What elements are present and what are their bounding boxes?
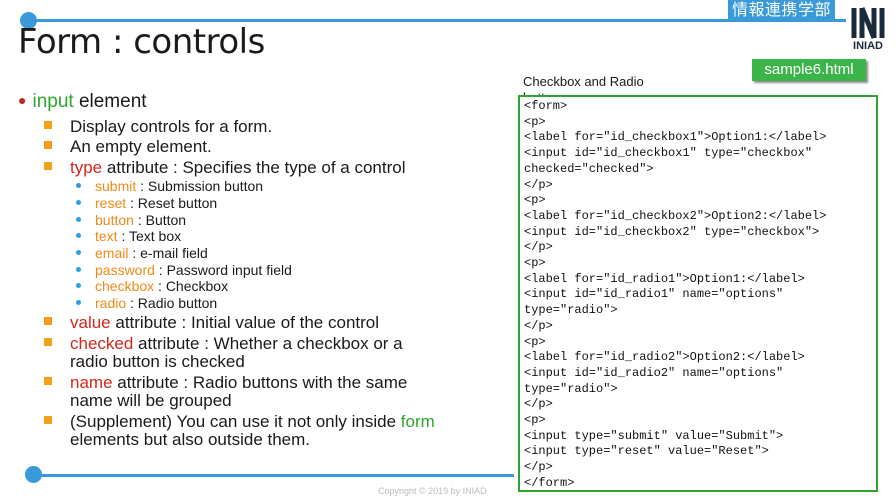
type-keyword: button — [95, 212, 134, 228]
keyword-form: form — [400, 412, 435, 431]
type-item-text: text : Text box — [76, 228, 181, 244]
footer-rule — [34, 474, 514, 477]
bullet-name-attribute: name attribute : Radio buttons with the … — [44, 374, 407, 410]
type-desc: : Text box — [117, 228, 182, 244]
bullet-checked-attribute: checked attribute : Whether a checkbox o… — [44, 335, 403, 371]
dot-bullet-icon — [76, 267, 81, 272]
type-desc: : Password input field — [154, 262, 292, 278]
copyright-text: Copyright © 2019 by INIAD — [378, 486, 487, 496]
keyword-name: name — [70, 373, 113, 392]
type-item-submit: submit : Submission button — [76, 178, 263, 194]
bullet-type-attribute: type attribute : Specifies the type of a… — [44, 159, 405, 177]
type-keyword: radio — [95, 295, 127, 311]
type-keyword: email — [95, 245, 129, 261]
type-desc: : Submission button — [136, 178, 264, 194]
square-bullet-icon — [44, 317, 52, 325]
type-item-email: email : e-mail field — [76, 245, 208, 261]
type-keyword: text — [95, 228, 118, 244]
bullet-empty-element: An empty element. — [44, 138, 212, 156]
type-item-checkbox: checkbox : Checkbox — [76, 278, 228, 294]
logo-text: INIAD — [853, 40, 883, 52]
bullet-value-attribute: value attribute : Initial value of the c… — [44, 314, 379, 332]
bullet-text: (Supplement) You can use it not only ins… — [70, 412, 401, 431]
keyword-input: input — [32, 91, 74, 112]
footer-rule-dot — [25, 466, 42, 483]
keyword-value: value — [70, 313, 111, 332]
bullet-text: attribute : Whether a checkbox or a — [133, 334, 403, 353]
type-desc: : Reset button — [126, 195, 218, 211]
bullet-text-line2: name will be grouped — [70, 391, 232, 410]
bullet-text: Display controls for a form. — [70, 117, 273, 136]
bullet-text: element — [73, 91, 147, 112]
square-bullet-icon — [44, 121, 52, 129]
type-item-password: password : Password input field — [76, 262, 292, 278]
square-bullet-icon — [44, 377, 52, 385]
dot-bullet-icon — [76, 200, 81, 205]
page-title: Form : controls — [18, 22, 265, 62]
type-keyword: reset — [95, 195, 127, 211]
bullet-text-line2: radio button is checked — [70, 352, 245, 371]
type-keyword: password — [95, 262, 155, 278]
bullet-supplement: (Supplement) You can use it not only ins… — [44, 413, 435, 449]
dot-bullet-icon — [76, 250, 81, 255]
square-bullet-icon — [44, 416, 52, 424]
bullet-text: attribute : Initial value of the control — [110, 313, 380, 332]
type-desc: : Checkbox — [154, 278, 229, 294]
type-desc: : e-mail field — [128, 245, 208, 261]
type-desc: : Radio button — [126, 295, 218, 311]
bullet-text: attribute : Specifies the type of a cont… — [102, 158, 406, 177]
type-item-radio: radio : Radio button — [76, 295, 217, 311]
department-label: 情報連携学部 — [728, 0, 836, 20]
square-bullet-icon — [44, 338, 52, 346]
dot-bullet-icon — [76, 233, 81, 238]
square-bullet-icon — [44, 162, 52, 170]
keyword-type: type — [70, 158, 103, 177]
type-item-reset: reset : Reset button — [76, 195, 217, 211]
bullet-display-controls: Display controls for a form. — [44, 118, 272, 136]
code-listing: <form> <p> <label for="id_checkbox1">Opt… — [524, 99, 827, 490]
dot-bullet-icon — [76, 183, 81, 188]
type-keyword: checkbox — [95, 278, 155, 294]
bullet-text-line2: elements but also outside them. — [70, 430, 311, 449]
bullet-text: attribute : Radio buttons with the same — [112, 373, 408, 392]
bullet-dot-icon: ● — [18, 92, 27, 108]
type-item-button: button : Button — [76, 212, 186, 228]
type-desc: : Button — [133, 212, 187, 228]
bullet-text: An empty element. — [70, 137, 212, 156]
code-sample-box: <form> <p> <label for="id_checkbox1">Opt… — [518, 95, 878, 492]
keyword-checked: checked — [70, 334, 134, 353]
bullet-input-element: ● input element — [18, 91, 147, 113]
dot-bullet-icon — [76, 217, 81, 222]
dot-bullet-icon — [76, 300, 81, 305]
dot-bullet-icon — [76, 283, 81, 288]
square-bullet-icon — [44, 141, 52, 149]
sample-file-button[interactable]: sample6.html — [752, 59, 866, 81]
type-keyword: submit — [95, 178, 137, 194]
